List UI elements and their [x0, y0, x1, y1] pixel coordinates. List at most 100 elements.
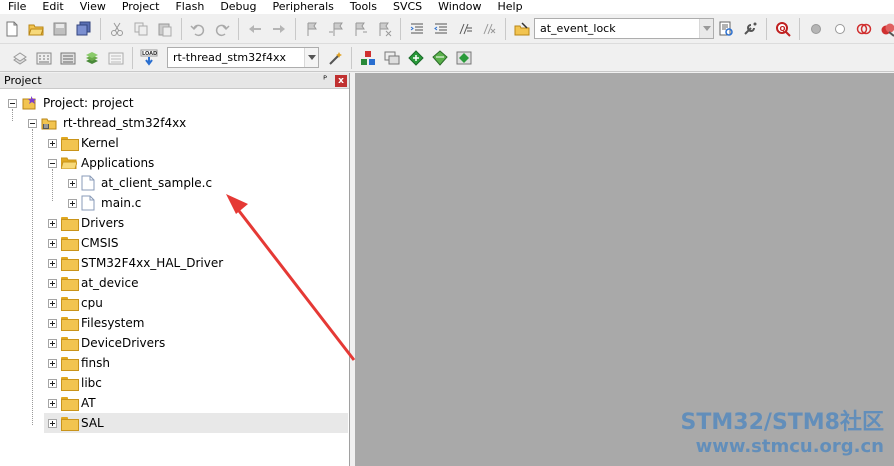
tree-group-devicedrivers[interactable]: DeviceDrivers	[48, 333, 165, 353]
manage-components-button[interactable]	[358, 48, 378, 68]
tree-target[interactable]: rt-thread_stm32f4xx	[28, 113, 186, 133]
save-button[interactable]	[50, 19, 70, 39]
cut-button[interactable]	[107, 19, 127, 39]
tree-group-drivers[interactable]: Drivers	[48, 213, 124, 233]
magic-wand-icon	[329, 51, 342, 65]
close-icon[interactable]: x	[335, 74, 347, 87]
new-file-button[interactable]	[2, 19, 22, 39]
expand-icon[interactable]	[48, 298, 57, 308]
download-button[interactable]: LOAD	[139, 48, 159, 68]
redo-button[interactable]	[212, 19, 232, 39]
bookmark-prev-button[interactable]	[326, 19, 346, 39]
tree-root-project[interactable]: Project: project	[8, 93, 134, 113]
pack-installer-icon	[432, 49, 448, 66]
collapse-icon[interactable]	[28, 118, 37, 128]
pin-icon[interactable]: ᴾ	[318, 74, 332, 88]
menu-svcs[interactable]: SVCS	[385, 0, 430, 14]
paste-button[interactable]	[155, 19, 175, 39]
menu-window[interactable]: Window	[430, 0, 489, 14]
menu-flash[interactable]: Flash	[167, 0, 212, 14]
tree-group-hal-driver[interactable]: STM32F4xx_HAL_Driver	[48, 253, 223, 273]
menu-view[interactable]: View	[72, 0, 114, 14]
start-debug-button[interactable]: Q	[773, 19, 793, 39]
tree-group-at-device[interactable]: at_device	[48, 273, 138, 293]
batch-build-button[interactable]	[82, 48, 102, 68]
expand-icon[interactable]	[48, 218, 57, 228]
menu-debug[interactable]: Debug	[212, 0, 264, 14]
menu-edit[interactable]: Edit	[34, 0, 71, 14]
target-combo[interactable]: rt-thread_stm32f4xx	[167, 47, 319, 68]
tree-group-at[interactable]: AT	[48, 393, 96, 413]
breakpoint-disable-all-button[interactable]	[854, 19, 874, 39]
expand-icon[interactable]	[48, 378, 57, 388]
expand-icon[interactable]	[48, 358, 57, 368]
collapse-icon[interactable]	[48, 158, 57, 168]
save-all-button[interactable]	[74, 19, 94, 39]
bookmark-next-button[interactable]	[350, 19, 370, 39]
expand-icon[interactable]	[68, 198, 77, 208]
indent-button[interactable]	[407, 19, 427, 39]
unindent-button[interactable]	[431, 19, 451, 39]
expand-icon[interactable]	[48, 138, 57, 148]
bookmark-clear-icon	[379, 22, 392, 36]
breakpoint-insert-button[interactable]	[806, 19, 826, 39]
menu-peripherals[interactable]: Peripherals	[265, 0, 342, 14]
bookmark-toggle-button[interactable]	[302, 19, 322, 39]
target-options-button[interactable]	[325, 48, 345, 68]
open-file-button[interactable]	[26, 19, 46, 39]
comment-button[interactable]	[455, 19, 475, 39]
tree-file-at-client-sample[interactable]: at_client_sample.c	[68, 173, 212, 193]
menu-tools[interactable]: Tools	[342, 0, 385, 14]
chevron-down-icon[interactable]	[699, 19, 713, 38]
bookmark-clear-button[interactable]	[374, 19, 394, 39]
group-label: STM32F4xx_HAL_Driver	[81, 256, 224, 270]
find-in-files-button[interactable]	[512, 19, 532, 39]
menu-project[interactable]: Project	[114, 0, 168, 14]
stop-build-button[interactable]	[106, 48, 126, 68]
uncomment-icon	[483, 23, 496, 34]
nav-forward-button[interactable]	[269, 19, 289, 39]
breakpoint-enable-button[interactable]	[830, 19, 850, 39]
copy-button[interactable]	[131, 19, 151, 39]
chevron-down-icon[interactable]	[304, 48, 318, 67]
translate-button[interactable]	[10, 48, 30, 68]
menu-help[interactable]: Help	[490, 0, 531, 14]
expand-icon[interactable]	[48, 398, 57, 408]
find-button[interactable]	[716, 19, 736, 39]
breakpoint-kill-all-button[interactable]	[878, 19, 894, 39]
watermark-line1: STM32/STM8社区	[680, 410, 884, 435]
tree-file-main[interactable]: main.c	[68, 193, 141, 213]
tree-group-finsh[interactable]: finsh	[48, 353, 110, 373]
menu-file[interactable]: File	[0, 0, 34, 14]
toolbar-separator	[100, 17, 101, 40]
tree-group-libc[interactable]: libc	[48, 373, 102, 393]
find-combo[interactable]: at_event_lock	[534, 18, 714, 39]
tree-group-cpu[interactable]: cpu	[48, 293, 103, 313]
folder-icon	[61, 357, 79, 371]
tree-group-applications[interactable]: Applications	[48, 153, 154, 173]
tree-group-kernel[interactable]: Kernel	[48, 133, 119, 153]
rebuild-button[interactable]	[58, 48, 78, 68]
pack-installer-button[interactable]	[430, 48, 450, 68]
select-packs-button[interactable]	[406, 48, 426, 68]
tree-group-sal[interactable]: SAL	[44, 413, 348, 433]
expand-icon[interactable]	[48, 418, 57, 428]
undo-button[interactable]	[188, 19, 208, 39]
tree-group-cmsis[interactable]: CMSIS	[48, 233, 119, 253]
expand-icon[interactable]	[48, 318, 57, 328]
build-button[interactable]	[34, 48, 54, 68]
expand-icon[interactable]	[48, 258, 57, 268]
expand-icon[interactable]	[48, 338, 57, 348]
build-icon	[36, 52, 52, 64]
rte-button[interactable]	[454, 48, 474, 68]
nav-back-button[interactable]	[245, 19, 265, 39]
expand-icon[interactable]	[48, 278, 57, 288]
expand-icon[interactable]	[68, 178, 77, 188]
configure-button[interactable]	[740, 19, 760, 39]
uncomment-button[interactable]	[479, 19, 499, 39]
file-label: main.c	[101, 196, 142, 210]
collapse-icon[interactable]	[8, 98, 17, 108]
tree-group-filesystem[interactable]: Filesystem	[48, 313, 144, 333]
expand-icon[interactable]	[48, 238, 57, 248]
file-extensions-button[interactable]	[382, 48, 402, 68]
